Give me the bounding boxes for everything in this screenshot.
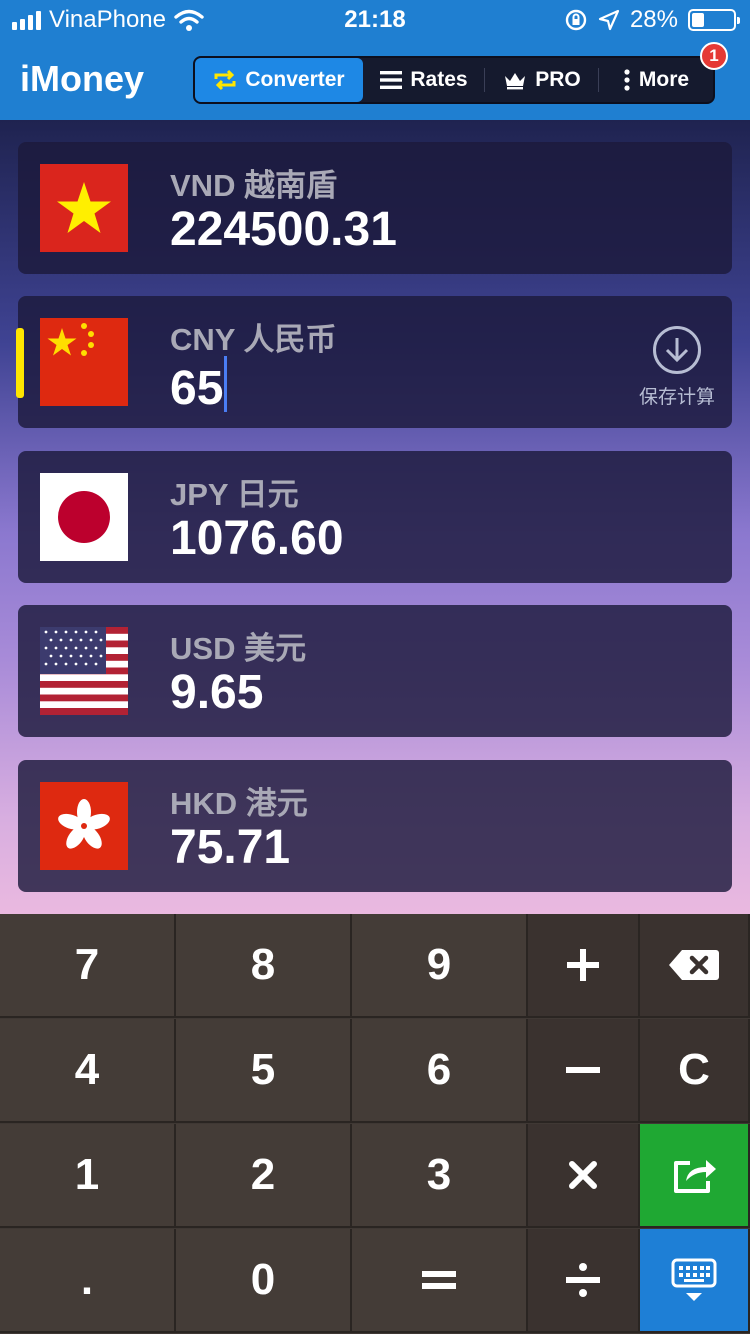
usa-flag-icon — [40, 627, 128, 715]
status-bar: VinaPhone 21:18 28% — [0, 0, 750, 40]
active-row-marker — [16, 328, 24, 398]
share-button[interactable] — [640, 1124, 750, 1228]
currency-row-vnd[interactable]: VND 越南盾 224500.31 — [18, 142, 732, 274]
hide-keyboard-button[interactable] — [640, 1229, 750, 1333]
currency-amount[interactable]: 75.71 — [170, 820, 290, 875]
key-0[interactable]: 0 — [176, 1229, 352, 1333]
key-decimal[interactable]: . — [0, 1229, 176, 1333]
notification-badge: 1 — [700, 42, 728, 70]
china-flag-icon — [40, 318, 128, 406]
key-3[interactable]: 3 — [352, 1124, 528, 1228]
key-1[interactable]: 1 — [0, 1124, 176, 1228]
tab-converter[interactable]: Converter — [195, 58, 363, 102]
currency-amount[interactable]: 224500.31 — [170, 202, 397, 257]
multiply-icon — [569, 1161, 597, 1189]
repeat-icon — [214, 69, 236, 91]
amount-value: 65 — [170, 362, 224, 415]
tab-pro-label: PRO — [535, 68, 581, 91]
location-icon — [598, 9, 620, 31]
key-equals[interactable] — [352, 1229, 528, 1333]
share-icon — [674, 1160, 716, 1193]
tab-converter-label: Converter — [245, 68, 345, 91]
currency-row-cny[interactable]: CNY 人民币 65 保存计算 — [16, 296, 732, 428]
clear-key[interactable]: C — [640, 1019, 750, 1123]
tab-more-label: More — [638, 68, 690, 91]
currency-list: VND 越南盾 224500.31 CNY 人民币 65 保存计算 JPY 日元… — [0, 120, 750, 914]
key-8[interactable]: 8 — [176, 914, 352, 1018]
currency-amount-input[interactable]: 65 — [170, 356, 228, 416]
save-calculation-label: 保存计算 — [638, 387, 715, 408]
tab-more[interactable]: More — [599, 58, 713, 102]
key-plus[interactable] — [528, 914, 640, 1018]
currency-code: USD 美元 — [170, 631, 307, 666]
battery-icon — [688, 9, 740, 31]
crown-icon — [505, 73, 526, 90]
key-multiply[interactable] — [528, 1124, 640, 1228]
tab-rates[interactable]: Rates — [363, 58, 485, 102]
more-vertical-icon — [624, 69, 630, 91]
key-minus[interactable] — [528, 1019, 640, 1123]
key-6[interactable]: 6 — [352, 1019, 528, 1123]
battery-percent: 28% — [629, 6, 678, 33]
backspace-key[interactable] — [640, 914, 750, 1018]
save-calculation-button[interactable]: 保存计算 — [636, 326, 718, 409]
currency-code: JPY 日元 — [170, 477, 299, 512]
tab-pro[interactable]: PRO — [485, 58, 599, 102]
vietnam-flag-icon — [40, 164, 128, 252]
plus-icon — [567, 949, 599, 981]
app-title: iMoney — [20, 58, 145, 99]
currency-row-jpy[interactable]: JPY 日元 1076.60 — [18, 451, 732, 583]
hongkong-flag-icon — [40, 782, 128, 870]
app-header: VinaPhone 21:18 28% iMoney Converter Rat… — [0, 0, 750, 120]
japan-flag-icon — [40, 473, 128, 561]
currency-code: CNY 人民币 — [170, 322, 337, 357]
currency-code: VND 越南盾 — [170, 168, 338, 203]
text-cursor — [224, 356, 228, 412]
equals-icon — [422, 1271, 456, 1289]
download-icon — [653, 326, 701, 374]
key-2[interactable]: 2 — [176, 1124, 352, 1228]
currency-amount[interactable]: 1076.60 — [170, 511, 344, 566]
key-5[interactable]: 5 — [176, 1019, 352, 1123]
tab-bar: Converter Rates PRO More — [193, 56, 715, 104]
list-icon — [380, 71, 403, 89]
currency-code: HKD 港元 — [170, 786, 308, 821]
keyboard-hide-icon — [671, 1258, 717, 1301]
key-divide[interactable] — [528, 1229, 640, 1333]
tab-rates-label: Rates — [410, 68, 468, 91]
currency-row-usd[interactable]: USD 美元 9.65 — [18, 605, 732, 737]
key-7[interactable]: 7 — [0, 914, 176, 1018]
currency-row-hkd[interactable]: HKD 港元 75.71 — [18, 760, 732, 892]
minus-icon — [566, 1067, 600, 1073]
rotation-lock-icon — [565, 9, 587, 31]
key-4[interactable]: 4 — [0, 1019, 176, 1123]
key-9[interactable]: 9 — [352, 914, 528, 1018]
divide-icon — [566, 1263, 600, 1297]
calculator-keypad: 7 8 9 4 5 6 C 1 2 3 . 0 — [0, 914, 750, 1334]
currency-amount[interactable]: 9.65 — [170, 665, 263, 720]
backspace-icon — [669, 950, 719, 980]
